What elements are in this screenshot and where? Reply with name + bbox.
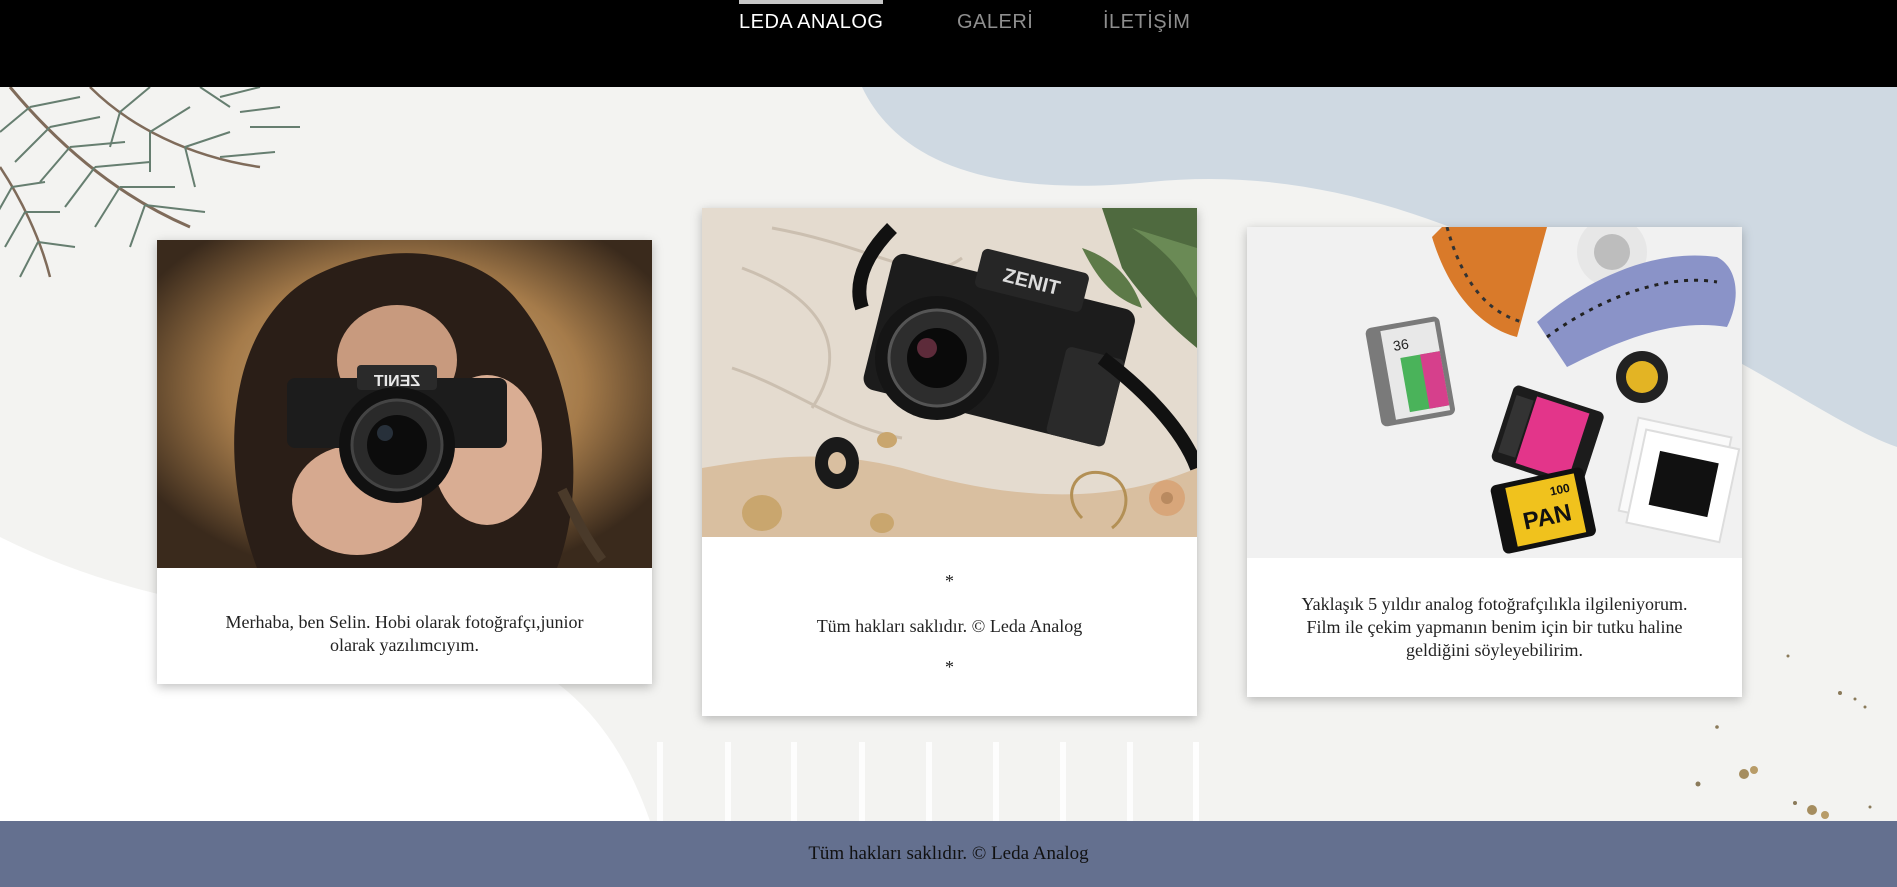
footer-copyright: Tüm hakları saklıdır. © Leda Analog	[808, 843, 1089, 864]
top-navbar: LEDA ANALOG GALERİ İLETİŞİM	[0, 0, 1897, 87]
nav-link-iletisim[interactable]: İLETİŞİM	[1103, 0, 1190, 40]
film-count-label: 36	[1392, 335, 1410, 353]
decorative-asterisk-bottom: *	[945, 657, 954, 677]
decorative-asterisk-top: *	[945, 571, 954, 591]
profile-card: ZENIT Merhaba, ben Selin. Hobi olarak fo…	[157, 240, 652, 684]
nav-link-galeri[interactable]: GALERİ	[957, 0, 1033, 40]
copyright-card-text: * Tüm hakları saklıdır. © Leda Analog *	[702, 570, 1197, 679]
footer: Tüm hakları saklıdır. © Leda Analog	[0, 821, 1897, 887]
copyright-card: ZENIT * Tüm hakları saklıdır. © Leda Ana…	[702, 208, 1197, 716]
card-photo-film-rolls: 36 PAN 100	[1247, 227, 1742, 558]
nav-link-leda-analog[interactable]: LEDA ANALOG	[739, 0, 884, 44]
card-photo-woman-camera: ZENIT	[157, 240, 652, 568]
hero-section: ZENIT Merhaba, ben Selin. Hobi olarak fo…	[0, 87, 1897, 821]
copyright-card-notice: Tüm hakları saklıdır. © Leda Analog	[816, 616, 1083, 636]
card-photo-zenit-camera: ZENIT	[702, 208, 1197, 537]
profile-card-text: Merhaba, ben Selin. Hobi olarak fotoğraf…	[225, 612, 584, 655]
about-card-text: Yaklaşık 5 yıldır analog fotoğrafçılıkla…	[1301, 594, 1688, 660]
about-card: 36 PAN 100 Yaklaşık 5 yıldır analog foto…	[1247, 227, 1742, 697]
